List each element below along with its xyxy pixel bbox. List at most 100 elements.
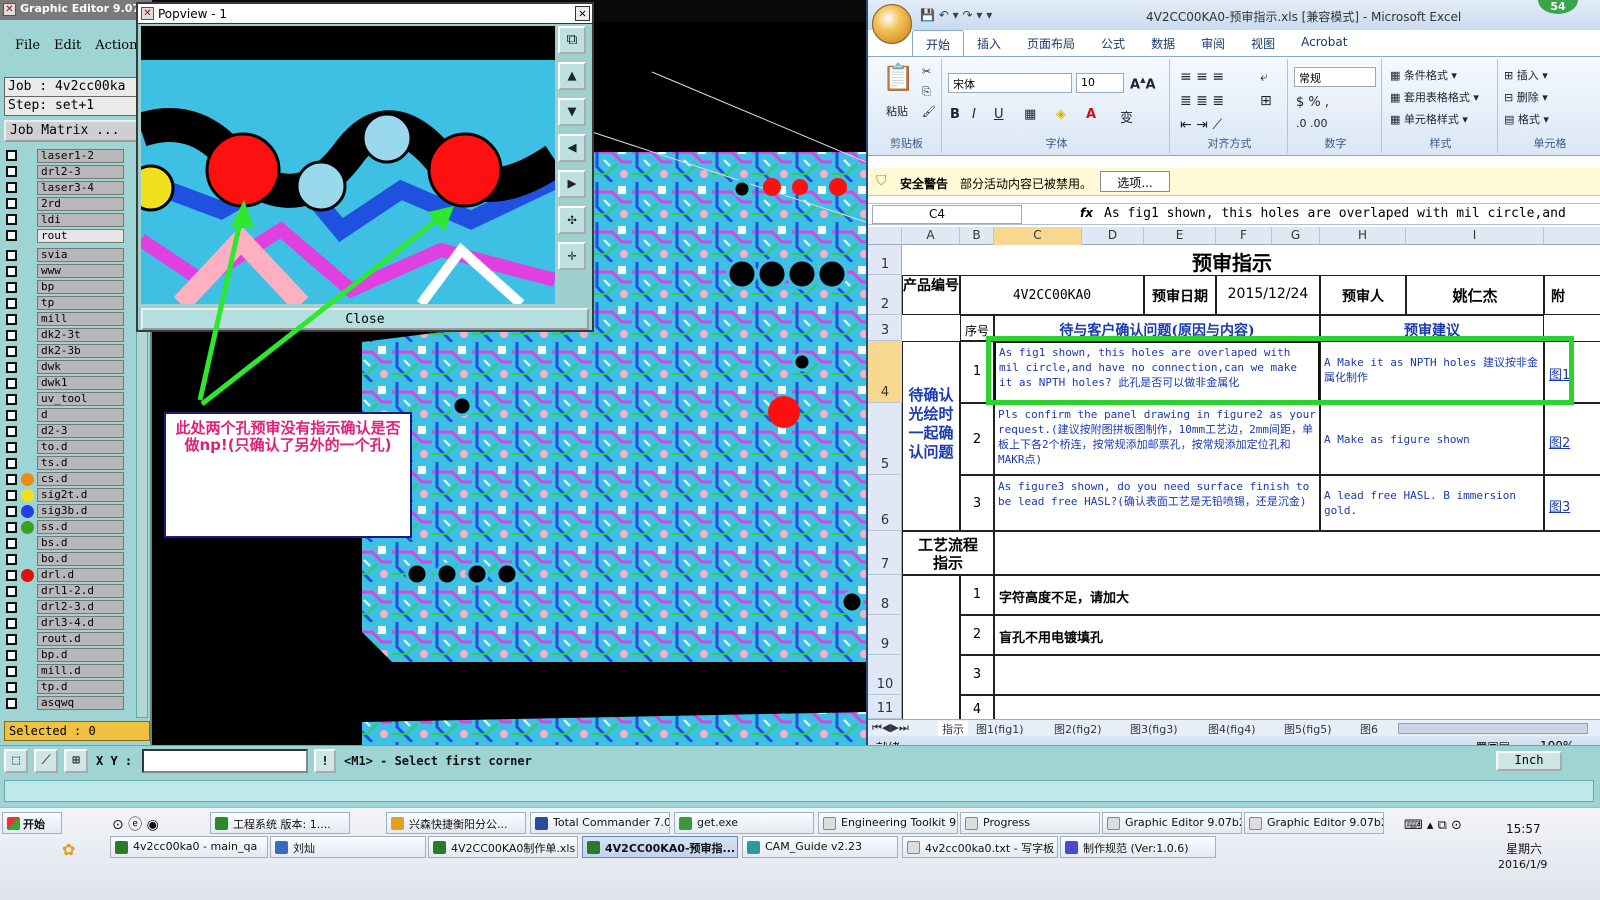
pan-left-icon[interactable]: ◀ [558, 134, 586, 162]
item-ref-link[interactable]: 图2 [1544, 403, 1600, 475]
cell-style-button[interactable]: ▦ 单元格样式 ▾ [1390, 111, 1468, 127]
layer-checkbox[interactable] [6, 601, 17, 613]
select-tool-icon[interactable]: ⬚ [4, 749, 28, 773]
borders-icon[interactable]: ▦ [1024, 107, 1036, 122]
layer-row[interactable]: d2-3 [6, 423, 124, 439]
start-button[interactable]: 开始 [2, 812, 62, 834]
row-header[interactable]: 4 [868, 341, 902, 403]
quicklaunch-icons[interactable]: ⊙ ⓔ ◉ [112, 814, 159, 834]
layer-checkbox[interactable] [6, 649, 17, 661]
align-left-icon[interactable]: ≣ ≣ ≣ [1180, 93, 1224, 109]
measure-tool-icon[interactable]: ⟋ [34, 749, 58, 773]
row-header[interactable]: 10 [868, 655, 902, 695]
row-header[interactable]: 8 [868, 575, 902, 615]
font-size-select[interactable]: 10 [1076, 73, 1124, 93]
taskbar-item[interactable]: 制作规范 (Ver:1.0.6) [1060, 836, 1216, 858]
delete-cells-button[interactable]: ⊟ 删除 ▾ [1504, 89, 1548, 105]
alert-icon[interactable]: ! [314, 749, 336, 773]
layer-row[interactable]: sig3b.d [6, 503, 124, 519]
tray-flower-icon[interactable]: ✿ [62, 840, 75, 859]
taskbar-item[interactable]: 工程系统 版本: 1.... [210, 812, 350, 834]
menu-file[interactable]: File [15, 38, 40, 72]
decimal-icon[interactable]: .0 .00 [1296, 117, 1328, 130]
layer-row[interactable]: ss.d [6, 519, 124, 535]
layer-row[interactable]: laser1-2 [6, 148, 124, 164]
zoom-out-icon[interactable]: ✣ [558, 206, 586, 234]
layer-name[interactable]: dk2-3b [37, 344, 124, 359]
customize-icon[interactable]: ▾ [986, 8, 992, 22]
column-header[interactable]: A [902, 227, 960, 245]
sheet-tab[interactable]: 图4(fig4) [1208, 721, 1256, 737]
layer-row[interactable]: drl2-3 [6, 164, 124, 180]
layer-row[interactable]: drl2-3.d [6, 599, 124, 615]
column-header[interactable]: D [1082, 227, 1144, 245]
layer-row[interactable]: to.d [6, 439, 124, 455]
process-text[interactable]: 字符高度不足，请加大 [994, 575, 1600, 615]
sheet-grid[interactable]: 预审指示 产品编号 4V2CC00KA0 预审日期 2015/12/24 预审人… [902, 245, 1600, 719]
copy-icon[interactable]: ⎘ [922, 85, 931, 99]
tray-icons[interactable]: ⌨ ▴ ⧉ ⊙ [1404, 818, 1462, 833]
table-format-button[interactable]: ▦ 套用表格格式 ▾ [1390, 89, 1479, 105]
function-icon[interactable]: fx [1080, 206, 1093, 220]
layer-checkbox[interactable] [6, 393, 17, 405]
font-name-select[interactable]: 宋体 [948, 73, 1072, 93]
taskbar-item[interactable]: Engineering Toolkit 9.... [818, 812, 958, 834]
security-options-button[interactable]: 选项... [1100, 171, 1170, 192]
layer-name[interactable]: laser3-4 [37, 180, 124, 195]
pan-down-icon[interactable]: ▼ [558, 98, 586, 126]
layer-row[interactable]: cs.d [6, 471, 124, 487]
process-text[interactable] [994, 655, 1600, 695]
layer-name[interactable]: dwk1 [37, 376, 124, 391]
layer-row[interactable]: bo.d [6, 551, 124, 567]
layer-row[interactable]: mill [6, 312, 124, 328]
layer-row[interactable]: sig2t.d [6, 487, 124, 503]
layer-row[interactable]: asqwq [6, 695, 124, 711]
sheet-tab-active[interactable]: 指示 [938, 721, 968, 737]
sheet-tab[interactable]: 图6 [1360, 721, 1378, 737]
layer-row[interactable]: rout [6, 228, 124, 244]
layer-checkbox[interactable] [6, 505, 17, 517]
tab-view[interactable]: 视图 [1238, 30, 1288, 56]
row-header[interactable]: 3 [868, 315, 902, 341]
layer-name[interactable]: 2rd [37, 196, 124, 211]
sheet-tab[interactable]: 图1(fig1) [976, 721, 1024, 737]
font-color-icon[interactable]: A [1086, 107, 1096, 122]
sheet-tab[interactable]: 图3(fig3) [1130, 721, 1178, 737]
layer-checkbox[interactable] [6, 489, 17, 501]
layer-name[interactable]: uv_tool [37, 392, 124, 407]
layer-row[interactable]: bp [6, 280, 124, 296]
format-painter-icon[interactable]: 🖌 [922, 105, 936, 118]
insert-cells-button[interactable]: ⊞ 插入 ▾ [1504, 67, 1548, 83]
layer-name[interactable]: bp [37, 280, 124, 295]
layer-checkbox[interactable] [6, 409, 17, 421]
horizontal-scrollbar[interactable] [1398, 723, 1588, 734]
item-question[interactable]: Pls confirm the panel drawing in figure2… [994, 403, 1320, 475]
name-box[interactable]: C4 [872, 205, 1022, 224]
unit-button[interactable]: Inch [1496, 751, 1562, 771]
redo-icon[interactable]: ↷ ▾ [963, 8, 983, 22]
layer-row[interactable]: rout.d [6, 631, 124, 647]
layer-name[interactable]: svia [37, 248, 124, 263]
taskbar-item[interactable]: CAM_Guide v2.23 [742, 836, 898, 858]
layer-row[interactable]: tp.d [6, 679, 124, 695]
layer-checkbox[interactable] [6, 441, 17, 453]
layer-row[interactable]: www [6, 264, 124, 280]
paste-icon[interactable]: 📋 [882, 63, 914, 93]
row-header[interactable]: 6 [868, 475, 902, 531]
layer-name[interactable]: mill [37, 312, 124, 327]
item-ref-link[interactable]: 图3 [1544, 475, 1600, 531]
column-header[interactable]: H [1320, 227, 1406, 245]
select-all-corner[interactable] [868, 227, 902, 245]
taskbar-item[interactable]: 4v2cc00ka0 - main_qa [110, 836, 268, 858]
merge-center-icon[interactable]: ⊞ [1260, 93, 1272, 109]
layer-row[interactable]: uv_tool [6, 391, 124, 407]
layer-checkbox[interactable] [6, 249, 17, 261]
layer-checkbox[interactable] [6, 265, 17, 277]
italic-icon[interactable]: I [972, 107, 976, 122]
layer-name[interactable]: asqwq [37, 696, 124, 711]
layer-name[interactable]: ldi [37, 212, 124, 227]
taskbar-item[interactable]: 兴森快捷衡阳分公... [386, 812, 526, 834]
cut-icon[interactable]: ✂ [922, 65, 931, 78]
layer-checkbox[interactable] [6, 521, 17, 533]
sheet-nav-icon[interactable]: ⏮◀▶⏭ [872, 721, 909, 735]
